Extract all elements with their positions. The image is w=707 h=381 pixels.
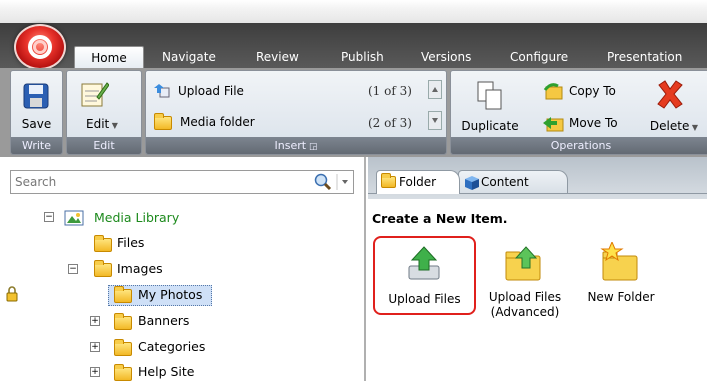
tab-versions[interactable]: Versions [421, 46, 471, 68]
application-orb-button[interactable] [14, 24, 66, 70]
folder-icon [94, 260, 112, 277]
lock-icon [6, 286, 18, 302]
delete-label: Delete ▼ [649, 119, 699, 133]
move-to-label: Move To [569, 116, 618, 130]
upload-count: (1 of 3) [368, 84, 412, 98]
folder-icon [114, 313, 132, 330]
floppy-disk-icon [23, 83, 49, 109]
tree-item-my-photos[interactable]: My Photos [138, 285, 202, 305]
new-folder-label: New Folder [587, 290, 655, 304]
edit-notepad-icon [81, 82, 109, 107]
tab-home[interactable]: Home [74, 46, 144, 69]
duplicate-label: Duplicate [461, 119, 519, 133]
expand-banners-toggle[interactable]: + [90, 316, 100, 326]
orb-inner-icon [33, 40, 47, 54]
group-insert: Upload File (1 of 3) Media folder (2 of … [145, 70, 447, 155]
collapse-media-library-toggle[interactable]: − [44, 212, 54, 222]
folder-icon [114, 339, 132, 356]
upload-file-label: Upload File [178, 84, 244, 98]
new-folder-icon [600, 242, 638, 281]
search-input[interactable]: Search [10, 170, 354, 194]
tab-content[interactable]: Content [458, 170, 568, 194]
group-write-label: Write [11, 137, 62, 154]
tree-item-categories[interactable]: Categories [138, 337, 205, 357]
gallery-scroll-up[interactable] [428, 80, 442, 99]
upload-files-icon [408, 246, 440, 280]
tab-folder[interactable]: Folder [376, 170, 460, 194]
save-button[interactable]: Save [11, 71, 62, 137]
group-insert-label: Insert ◲ [146, 137, 446, 154]
upload-advanced-folder-icon [505, 246, 541, 281]
gallery-scroll-down[interactable] [428, 111, 442, 130]
edit-button[interactable]: Edit ▼ [67, 71, 141, 137]
group-edit-label: Edit [67, 137, 141, 154]
tree-item-files[interactable]: Files [117, 233, 144, 253]
move-to-icon [543, 117, 564, 132]
create-new-item-header: Create a New Item. [372, 211, 508, 226]
group-operations: Duplicate Copy To Move To Delete ▼ Opera… [450, 70, 707, 155]
media-library-icon [64, 210, 84, 226]
expand-categories-toggle[interactable]: + [90, 342, 100, 352]
edit-label: Edit ▼ [86, 117, 118, 131]
group-operations-label: Operations [451, 137, 707, 154]
search-button[interactable] [307, 173, 353, 191]
ribbon: Save Write Edit ▼ Edit Upload File (1 of… [0, 68, 707, 157]
search-placeholder: Search [15, 175, 57, 189]
media-folder-label: Media folder [180, 115, 255, 129]
media-count: (2 of 3) [368, 116, 412, 130]
tab-presentation[interactable]: Presentation [607, 46, 682, 68]
group-write: Save Write [10, 70, 63, 155]
folder-icon [94, 235, 112, 252]
content-cube-icon [465, 176, 479, 190]
upload-files-label: Upload Files [388, 292, 461, 306]
new-folder-option[interactable]: New Folder [576, 236, 666, 316]
group-edit: Edit ▼ Edit [66, 70, 142, 155]
upload-files-option[interactable]: Upload Files [373, 236, 476, 315]
tab-configure[interactable]: Configure [510, 46, 568, 68]
search-magnifier-icon [314, 173, 348, 191]
tab-navigate[interactable]: Navigate [162, 46, 216, 68]
copy-to-label: Copy To [569, 84, 616, 98]
duplicate-icon [477, 81, 502, 110]
folder-icon [154, 113, 172, 130]
folder-icon [114, 364, 132, 381]
upload-file-icon [154, 84, 170, 98]
folder-icon [381, 173, 396, 188]
collapse-images-toggle[interactable]: − [68, 264, 78, 274]
tree-item-media-library[interactable]: Media Library [94, 208, 179, 228]
tree-item-help-site[interactable]: Help Site [138, 362, 194, 381]
upload-files-advanced-option[interactable]: Upload Files (Advanced) [480, 236, 570, 326]
app-window: Home Navigate Review Publish Versions Co… [0, 0, 707, 381]
tree-item-banners[interactable]: Banners [138, 311, 189, 331]
duplicate-button[interactable]: Duplicate [455, 71, 525, 137]
upload-files-advanced-label: Upload Files (Advanced) [488, 290, 562, 319]
save-label: Save [21, 117, 52, 131]
tab-review[interactable]: Review [256, 46, 299, 68]
delete-x-icon [657, 80, 683, 109]
folder-icon [114, 286, 132, 303]
copy-to-icon [543, 83, 563, 100]
tree-item-images[interactable]: Images [117, 259, 163, 279]
tab-publish[interactable]: Publish [341, 46, 384, 68]
expand-help-site-toggle[interactable]: + [90, 367, 100, 377]
delete-button[interactable]: Delete ▼ [641, 71, 707, 137]
